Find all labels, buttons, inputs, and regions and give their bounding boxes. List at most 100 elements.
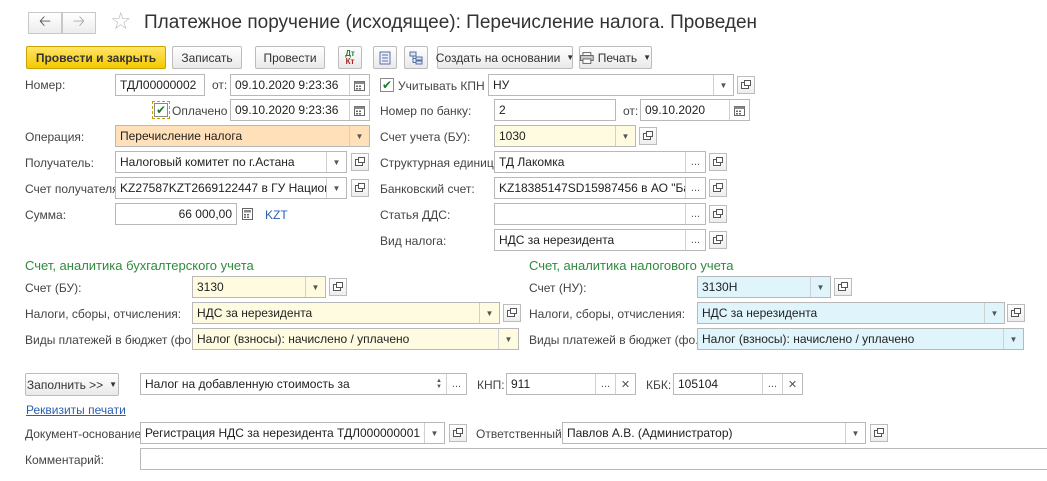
star-icon[interactable]: ☆ [110, 8, 132, 36]
print-requisites-link[interactable]: Реквизиты печати [26, 403, 126, 417]
date-field[interactable]: 09.10.2020 9:23:36 [230, 74, 370, 96]
create-based-on-button[interactable]: Создать на основании ▼ [436, 46, 574, 69]
dds-field[interactable]: ... [494, 203, 706, 225]
chevron-down-icon: ▼ [430, 428, 439, 438]
bank-account-field[interactable]: KZ18385147SD15987456 в АО "Банк ЦентрКре… [494, 177, 706, 199]
open-kpn-button[interactable] [737, 76, 755, 94]
purpose-field[interactable]: Налог на добавленную стоимость за ▲ ▼ ... [140, 373, 467, 395]
currency-link[interactable]: KZT [265, 208, 288, 222]
nu-taxes-label: Налоги, сборы, отчисления: [529, 307, 686, 321]
post-button[interactable]: Провести [255, 46, 325, 69]
fill-button[interactable]: Заполнить >> ▼ [25, 373, 119, 396]
choose-button[interactable]: ... [595, 374, 615, 394]
dropdown-button[interactable]: ▼ [326, 178, 346, 198]
open-account-bu-button[interactable] [639, 127, 657, 145]
open-nu-account-button[interactable] [834, 278, 852, 296]
dropdown-button[interactable]: ▼ [845, 423, 865, 443]
paid-checkbox[interactable]: ✔ [152, 101, 170, 119]
spin-button[interactable]: ▲ ▼ [432, 374, 446, 394]
open-dds-button[interactable] [709, 205, 727, 223]
dropdown-button[interactable]: ▼ [615, 126, 635, 146]
recipient-account-select[interactable]: KZ27587KZT2669122447 в ГУ Национальный ▼ [115, 177, 347, 199]
kpn-checkbox[interactable]: ✔ [380, 78, 394, 92]
dropdown-button[interactable]: ▼ [810, 277, 830, 297]
tax-type-field[interactable]: НДС за нерезидента ... [494, 229, 706, 251]
kbk-field[interactable]: 105104 ... ✕ [673, 373, 803, 395]
structure-button[interactable] [404, 46, 428, 69]
open-base-doc-button[interactable] [449, 424, 467, 442]
sum-field[interactable]: 66 000,00 [115, 203, 237, 225]
knp-label: КНП: [477, 378, 505, 392]
choose-button[interactable]: ... [685, 230, 705, 250]
base-doc-select[interactable]: Регистрация НДС за нерезидента ТДЛ000000… [140, 422, 445, 444]
save-button[interactable]: Записать [172, 46, 242, 69]
nu-account-select[interactable]: 3130Н ▼ [697, 276, 831, 298]
number-field[interactable]: ТДЛ00000002 [115, 74, 205, 96]
kpn-select[interactable]: НУ ▼ [488, 74, 734, 96]
open-struct-unit-button[interactable] [709, 153, 727, 171]
calculator-button[interactable] [238, 205, 256, 223]
comment-field[interactable] [140, 448, 1047, 470]
report-button[interactable] [373, 46, 397, 69]
print-button[interactable]: Печать ▼ [579, 46, 652, 69]
bu-taxes-select[interactable]: НДС за нерезидента ▼ [192, 302, 500, 324]
open-bu-account-button[interactable] [329, 278, 347, 296]
open-responsible-button[interactable] [870, 424, 888, 442]
dropdown-button[interactable]: ▼ [1003, 329, 1023, 349]
dropdown-button[interactable]: ▼ [326, 152, 346, 172]
dropdown-button[interactable]: ▼ [498, 329, 518, 349]
clear-button[interactable]: ✕ [615, 374, 635, 394]
bank-date-field[interactable]: 09.10.2020 [640, 99, 750, 121]
choose-button[interactable]: ... [685, 204, 705, 224]
open-bu-taxes-button[interactable] [503, 304, 521, 322]
paid-label: Оплачено [172, 104, 228, 118]
open-recipient-button[interactable] [351, 153, 369, 171]
dropdown-button[interactable]: ▼ [424, 423, 444, 443]
open-bank-account-button[interactable] [709, 179, 727, 197]
dropdown-button[interactable]: ▼ [984, 303, 1004, 323]
knp-field[interactable]: 911 ... ✕ [506, 373, 636, 395]
calendar-button[interactable] [349, 100, 369, 120]
choose-button[interactable]: ... [446, 374, 466, 394]
struct-unit-field[interactable]: ТД Лакомка ... [494, 151, 706, 173]
dropdown-button[interactable]: ▼ [349, 126, 369, 146]
choose-button[interactable]: ... [762, 374, 782, 394]
chevron-down-icon: ▼ [990, 308, 999, 318]
open-nu-taxes-button[interactable] [1007, 304, 1025, 322]
recipient-select[interactable]: Налоговый комитет по г.Астана ▼ [115, 151, 347, 173]
choose-button[interactable]: ... [685, 152, 705, 172]
chevron-down-icon: ▼ [719, 80, 728, 90]
close-icon: ✕ [620, 378, 631, 391]
nu-payments-select[interactable]: Налог (взносы): начислено / уплачено ▼ [697, 328, 1024, 350]
clear-button[interactable]: ✕ [782, 374, 802, 394]
dropdown-button[interactable]: ▼ [305, 277, 325, 297]
open-window-icon [507, 308, 517, 317]
calendar-button[interactable] [349, 75, 369, 95]
responsible-select[interactable]: Павлов А.В. (Администратор) ▼ [562, 422, 866, 444]
account-bu-select[interactable]: 1030 ▼ [494, 125, 636, 147]
dropdown-button[interactable]: ▼ [479, 303, 499, 323]
dt-kt-button[interactable]: Дт Кт [338, 46, 362, 69]
nu-taxes-select[interactable]: НДС за нерезидента ▼ [697, 302, 1005, 324]
chevron-down-icon: ▼ [436, 384, 442, 390]
paid-date-field[interactable]: 09.10.2020 9:23:36 [230, 99, 370, 121]
open-window-icon [453, 428, 463, 437]
bu-payments-select[interactable]: Налог (взносы): начислено / уплачено ▼ [192, 328, 519, 350]
open-recipient-account-button[interactable] [351, 179, 369, 197]
open-window-icon [713, 183, 723, 192]
dds-label: Статья ДДС: [380, 208, 451, 222]
open-window-icon [355, 157, 365, 166]
recipient-label: Получатель: [25, 156, 94, 170]
chevron-down-icon: ▼ [355, 131, 364, 141]
chevron-down-icon: ▼ [816, 282, 825, 292]
operation-select[interactable]: Перечисление налога ▼ [115, 125, 370, 147]
choose-button[interactable]: ... [685, 178, 705, 198]
calendar-button[interactable] [729, 100, 749, 120]
post-and-close-button[interactable]: Провести и закрыть [26, 46, 166, 69]
forward-button[interactable]: 🡢 [62, 12, 96, 34]
bu-account-select[interactable]: 3130 ▼ [192, 276, 326, 298]
dropdown-button[interactable]: ▼ [713, 75, 733, 95]
bank-number-field[interactable]: 2 [494, 99, 616, 121]
open-tax-type-button[interactable] [709, 231, 727, 249]
back-button[interactable]: 🡠 [28, 12, 62, 34]
